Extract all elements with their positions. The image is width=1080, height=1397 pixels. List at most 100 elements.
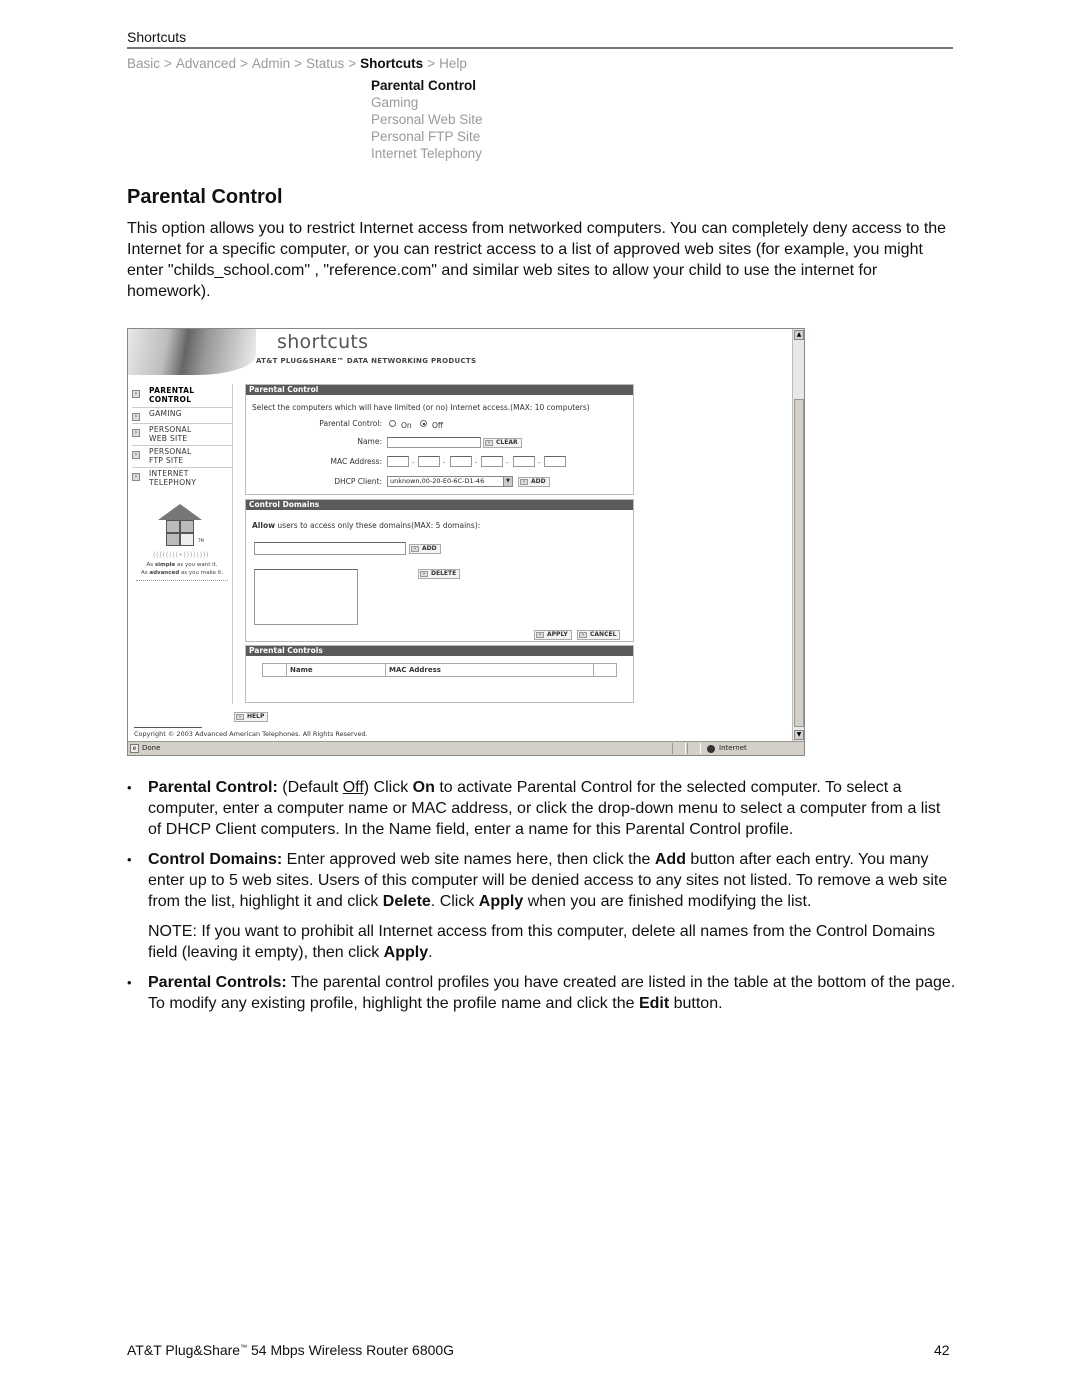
bullet-parental-control: • Parental Control: (Default Off) Click … <box>127 779 941 838</box>
breadcrumb-status[interactable]: Status <box>306 56 344 71</box>
sidebar: › PARENTAL CONTROL › GAMING › PERSONAL WEB… <box>128 384 233 724</box>
globe-icon <box>707 745 715 753</box>
domains-instruction: Allow users to access only these domains… <box>252 521 481 530</box>
domain-list[interactable] <box>254 569 358 625</box>
chevron-right-icon: › <box>132 429 140 437</box>
sidebar-label: PERSONAL <box>149 447 192 456</box>
radio-on-label: On <box>401 421 412 430</box>
column-header-action <box>594 664 616 676</box>
page-number: 42 <box>934 1342 950 1358</box>
section-title: Parental Control <box>127 186 283 208</box>
mac-octet-3-input[interactable] <box>450 456 472 467</box>
panel-header: Parental Control <box>246 385 633 395</box>
breadcrumb-advanced[interactable]: Advanced <box>176 56 236 71</box>
footer-product: AT&T Plug&Share™ 54 Mbps Wireless Router… <box>127 1342 455 1358</box>
sidebar-item-personal-ftp-site[interactable]: › PERSONAL FTP SITE <box>132 447 232 468</box>
panel-header: Parental Controls <box>246 646 633 656</box>
mac-octet-4-input[interactable] <box>481 456 503 467</box>
chevron-right-icon: › <box>579 632 587 638</box>
banner-title: shortcuts <box>277 331 369 353</box>
radio-on[interactable] <box>389 420 396 427</box>
add-domain-button[interactable]: › ADD <box>409 544 441 554</box>
subnav-personal-ftp-site[interactable]: Personal FTP Site <box>371 128 483 145</box>
parental-control-panel: Parental Control Select the computers wh… <box>245 384 634 495</box>
scroll-down-icon[interactable]: ▼ <box>794 730 804 740</box>
sidebar-item-personal-web-site[interactable]: › PERSONAL WEB SITE <box>132 425 232 446</box>
dhcp-client-label: DHCP Client: <box>334 477 382 486</box>
breadcrumb-help[interactable]: Help <box>439 56 467 71</box>
note-paragraph: NOTE: If you want to prohibit all Intern… <box>148 923 936 961</box>
column-header-mac-address[interactable]: MAC Address <box>386 664 594 676</box>
mac-octet-5-input[interactable] <box>513 456 535 467</box>
chevron-right-icon: › <box>411 546 419 552</box>
clear-button[interactable]: › CLEAR <box>483 438 522 448</box>
vertical-scrollbar[interactable]: ▲ ▼ <box>792 329 804 741</box>
sidebar-item-parental-control[interactable]: › PARENTAL CONTROL <box>132 386 232 408</box>
help-button[interactable]: › HELP <box>234 712 269 722</box>
delete-domain-button[interactable]: › DELETE <box>418 569 461 579</box>
scrollbar-thumb[interactable] <box>794 399 804 727</box>
browser-status-bar: e Done Internet <box>128 741 804 755</box>
sidebar-label: CONTROL <box>149 395 192 404</box>
add-computer-button[interactable]: › ADD <box>518 477 550 487</box>
control-domains-panel: Control Domains Allow users to access on… <box>245 499 634 642</box>
profiles-table-header: Name MAC Address <box>262 663 617 677</box>
sidebar-item-gaming[interactable]: › GAMING <box>132 409 232 424</box>
name-input[interactable] <box>387 437 481 448</box>
breadcrumb-shortcuts[interactable]: Shortcuts <box>360 56 423 71</box>
trademark-mark: TM <box>198 538 204 543</box>
status-cell <box>672 743 686 754</box>
status-cell <box>687 743 701 754</box>
banner: shortcuts AT&T PLUG&SHARE™ DATA NETWORKI… <box>128 329 804 377</box>
scroll-up-icon[interactable]: ▲ <box>794 330 804 340</box>
cancel-button[interactable]: › CANCEL <box>577 630 621 640</box>
sidebar-label: PARENTAL <box>149 386 195 395</box>
sidebar-item-internet-telephony[interactable]: › INTERNET TELEPHONY <box>132 469 232 490</box>
field-descriptions: • Parental Control: (Default Off) Click … <box>127 777 957 1023</box>
chevron-right-icon: › <box>236 714 244 720</box>
chevron-down-icon[interactable]: ▼ <box>503 477 512 486</box>
domain-input[interactable] <box>254 542 406 555</box>
dhcp-client-select[interactable]: unknown,00-20-E0-6C-D1-46 ▼ <box>387 476 513 487</box>
shortcuts-subnav: Parental Control Gaming Personal Web Sit… <box>371 77 483 162</box>
header-rule <box>127 47 953 49</box>
mac-address-label: MAC Address: <box>330 457 383 466</box>
chevron-right-icon: › <box>132 413 140 421</box>
copyright: Copyright © 2003 Advanced American Telep… <box>134 730 368 738</box>
name-label: Name: <box>357 437 382 446</box>
breadcrumb-separator: > <box>239 56 248 71</box>
slogan-divider <box>136 580 228 581</box>
subnav-parental-control[interactable]: Parental Control <box>371 77 483 94</box>
dhcp-client-value: unknown,00-20-E0-6C-D1-46 <box>390 477 485 485</box>
bullet-control-domains: • Control Domains: Enter approved web si… <box>127 851 948 910</box>
mac-octet-1-input[interactable] <box>387 456 409 467</box>
sidebar-label: PERSONAL <box>149 425 192 434</box>
sidebar-label: GAMING <box>149 409 182 418</box>
apply-button[interactable]: › APPLY <box>534 630 572 640</box>
panel-header: Control Domains <box>246 500 633 510</box>
breadcrumb-separator: > <box>164 56 172 71</box>
bullet-dot: • <box>127 780 132 795</box>
mac-octet-6-input[interactable] <box>544 456 566 467</box>
slogan: As simple as you want it. As advanced as… <box>140 562 224 576</box>
chevron-right-icon: › <box>132 451 140 459</box>
parental-controls-panel: Parental Controls Name MAC Address <box>245 645 634 703</box>
chevron-right-icon: › <box>420 571 428 577</box>
bullet-parental-controls: • Parental Controls: The parental contro… <box>127 974 956 1012</box>
mac-octet-2-input[interactable] <box>418 456 440 467</box>
copyright-rule <box>134 727 202 728</box>
subnav-internet-telephony[interactable]: Internet Telephony <box>371 145 483 162</box>
sidebar-label: WEB SITE <box>149 434 188 443</box>
banner-photo <box>128 329 256 375</box>
breadcrumb-basic[interactable]: Basic <box>127 56 160 71</box>
sidebar-label: FTP SITE <box>149 456 184 465</box>
chevron-right-icon: › <box>132 390 140 398</box>
subnav-gaming[interactable]: Gaming <box>371 94 483 111</box>
status-text: Done <box>142 744 161 752</box>
column-header-name[interactable]: Name <box>287 664 386 676</box>
subnav-personal-web-site[interactable]: Personal Web Site <box>371 111 483 128</box>
bullet-dot: • <box>127 852 132 867</box>
intro-paragraph: This option allows you to restrict Inter… <box>127 220 947 300</box>
radio-off[interactable] <box>420 420 427 427</box>
breadcrumb-admin[interactable]: Admin <box>252 56 290 71</box>
